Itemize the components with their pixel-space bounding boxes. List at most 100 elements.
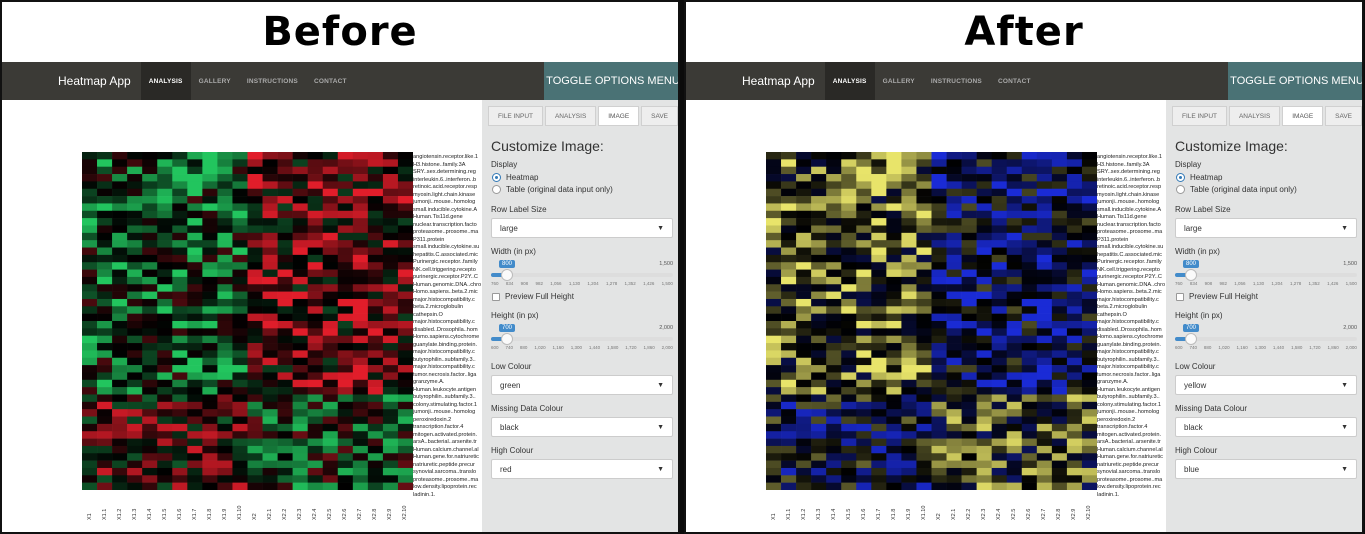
heatmap-cell <box>1036 460 1053 469</box>
heatmap-cell <box>796 247 812 256</box>
tab-image[interactable]: IMAGE <box>598 106 640 126</box>
height-slider[interactable]: 700 2,000 600 740 880 1,020 1,160 1,300 1,440 1… <box>491 324 673 350</box>
heatmap-cell <box>127 254 143 263</box>
width-slider[interactable]: 800 1,500 760 834 908 982 1,056 1,130 1,204 1,2… <box>1175 260 1357 286</box>
heatmap-cell <box>397 159 413 167</box>
nav-analysis[interactable]: ANALYSIS <box>824 62 875 100</box>
slider-handle[interactable] <box>1185 333 1197 345</box>
nav-gallery[interactable]: GALLERY <box>191 62 239 100</box>
slider-handle[interactable] <box>501 269 513 281</box>
nav-instructions[interactable]: INSTRUCTIONS <box>239 62 306 100</box>
missing-colour-select[interactable]: black ▼ <box>1175 417 1357 437</box>
nav-contact[interactable]: CONTACT <box>306 62 355 100</box>
tab-analysis[interactable]: ANALYSIS <box>1229 106 1281 126</box>
heatmap-cell <box>217 445 233 454</box>
column-label: X1.6 <box>176 508 183 520</box>
heatmap-cell <box>247 475 263 483</box>
row-label-size-select[interactable]: large ▼ <box>1175 218 1357 238</box>
slider-track <box>491 337 673 341</box>
slider-handle[interactable] <box>501 333 513 345</box>
heatmap-cell <box>352 306 369 314</box>
heatmap-cell <box>841 372 857 381</box>
heatmap-cell <box>142 343 158 351</box>
heatmap-cell <box>262 152 278 160</box>
preview-full-height-checkbox[interactable]: Preview Full Height <box>1176 292 1362 301</box>
heatmap-cell <box>397 387 413 395</box>
heatmap-cell <box>82 475 98 483</box>
heatmap-cell <box>871 306 887 314</box>
width-slider[interactable]: 800 1,500 760 834 908 982 1,056 1,130 1,204 1,2… <box>491 260 673 286</box>
heatmap-cell <box>307 335 324 344</box>
heatmap-cell <box>796 152 812 160</box>
high-colour-select[interactable]: red ▼ <box>491 459 673 479</box>
tab-save[interactable]: SAVE <box>641 106 678 126</box>
nav-instructions[interactable]: INSTRUCTIONS <box>923 62 990 100</box>
heatmap-cell <box>367 372 384 381</box>
tab-save[interactable]: SAVE <box>1325 106 1362 126</box>
heatmap-cell <box>172 203 188 212</box>
heatmap-cell <box>352 313 369 322</box>
nav-contact[interactable]: CONTACT <box>990 62 1039 100</box>
heatmap-cell <box>916 203 932 212</box>
missing-colour-select[interactable]: black ▼ <box>491 417 673 437</box>
heatmap-cell <box>292 225 308 234</box>
heatmap-cell <box>991 357 1008 366</box>
heatmap-cell <box>931 152 947 160</box>
tab-analysis[interactable]: ANALYSIS <box>545 106 597 126</box>
nav-analysis[interactable]: ANALYSIS <box>140 62 191 100</box>
heatmap-cell <box>367 431 384 439</box>
heatmap-cell <box>796 475 812 483</box>
low-colour-select[interactable]: yellow ▼ <box>1175 375 1357 395</box>
heatmap-cell <box>856 218 872 226</box>
heatmap-cell <box>352 409 369 417</box>
heatmap-cell <box>247 276 263 285</box>
heatmap-cell <box>961 181 977 190</box>
toggle-options-button[interactable]: TOGGLE OPTIONS MENU <box>544 62 678 100</box>
heatmap-cell <box>367 416 384 425</box>
heatmap-cell <box>766 159 782 167</box>
heatmap-cell <box>1081 438 1097 447</box>
slider-tick-label: 1,300 <box>1254 345 1266 350</box>
heatmap-cell <box>1006 284 1023 292</box>
heatmap-cell <box>217 482 233 490</box>
preview-full-height-checkbox[interactable]: Preview Full Height <box>492 292 678 301</box>
heatmap-cell <box>1036 416 1053 425</box>
heatmap-cell <box>97 372 113 381</box>
radio-table[interactable]: Table (original data input only) <box>492 185 678 194</box>
app-brand[interactable]: Heatmap App <box>58 74 131 88</box>
toggle-options-button[interactable]: TOGGLE OPTIONS MENU <box>1228 62 1362 100</box>
slider-handle[interactable] <box>1185 269 1197 281</box>
radio-heatmap[interactable]: Heatmap <box>1176 173 1362 182</box>
heatmap-cell <box>1021 276 1038 285</box>
heatmap-cell <box>157 467 173 476</box>
heatmap-cell <box>1006 247 1023 256</box>
heatmap-cell <box>112 321 128 329</box>
heatmap-cell <box>1006 254 1023 263</box>
tab-file-input[interactable]: FILE INPUT <box>488 106 543 126</box>
radio-table[interactable]: Table (original data input only) <box>1176 185 1362 194</box>
row-label-size-select[interactable]: large ▼ <box>491 218 673 238</box>
heatmap-cell <box>97 240 113 248</box>
slider-tick-label: 982 <box>1219 281 1227 286</box>
heatmap-cell <box>871 269 887 278</box>
heatmap-cell <box>841 254 857 263</box>
heatmap-cell <box>766 357 782 366</box>
row-label: synovial.sarcoma..translo <box>1097 469 1161 475</box>
heatmap-cell <box>841 225 857 234</box>
height-slider[interactable]: 700 2,000 600 740 880 1,020 1,160 1,300 1,440 1… <box>1175 324 1357 350</box>
heatmap-cell <box>97 409 113 417</box>
heatmap-cell <box>337 298 354 307</box>
heatmap-cell <box>277 460 293 469</box>
heatmap-cell <box>1006 196 1023 204</box>
high-colour-select[interactable]: blue ▼ <box>1175 459 1357 479</box>
heatmap-cell <box>886 203 902 212</box>
app-brand[interactable]: Heatmap App <box>742 74 815 88</box>
tab-file-input[interactable]: FILE INPUT <box>1172 106 1227 126</box>
tab-image[interactable]: IMAGE <box>1282 106 1324 126</box>
row-label: guanylate.binding.protein. <box>1097 341 1162 348</box>
row-label: major.histocompatibility.c <box>413 349 475 355</box>
low-colour-select[interactable]: green ▼ <box>491 375 673 395</box>
heatmap-cell <box>946 453 962 461</box>
nav-gallery[interactable]: GALLERY <box>875 62 923 100</box>
radio-heatmap[interactable]: Heatmap <box>492 173 678 182</box>
